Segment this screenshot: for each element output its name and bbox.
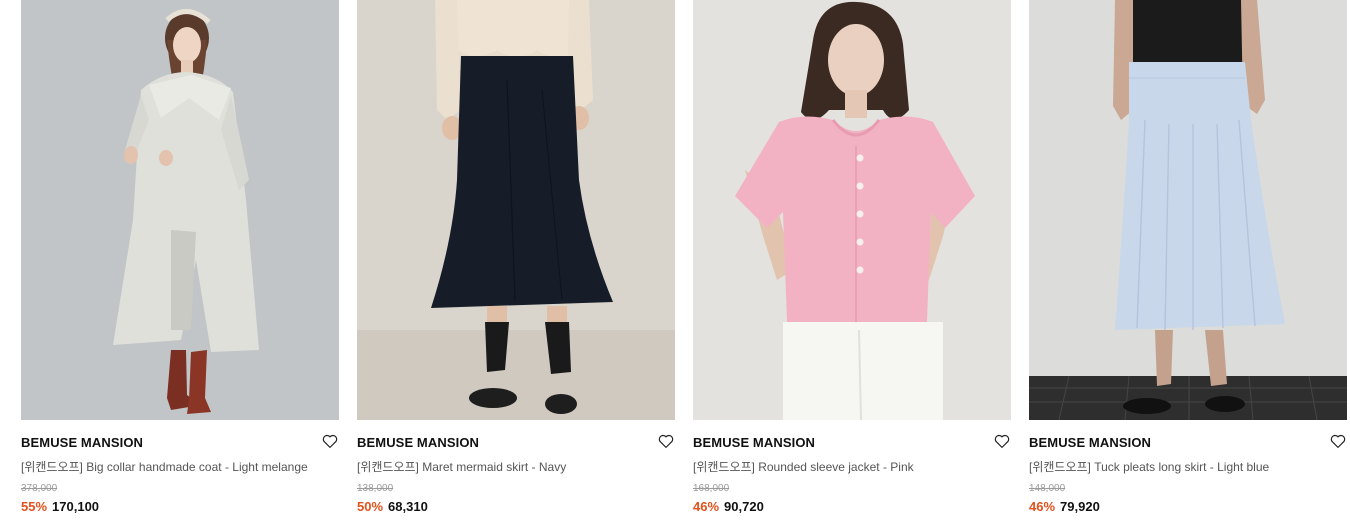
product-name[interactable]: [위캔드오프] Big collar handmade coat - Light… xyxy=(21,458,339,475)
heart-outline-icon[interactable] xyxy=(321,432,339,450)
product-name[interactable]: [위캔드오프] Rounded sleeve jacket - Pink xyxy=(693,458,1011,475)
heart-outline-icon[interactable] xyxy=(657,432,675,450)
discount-rate: 46% xyxy=(693,499,720,514)
product-name[interactable]: [위캔드오프] Tuck pleats long skirt - Light b… xyxy=(1029,458,1347,475)
product-card[interactable]: BEMUSE MANSION [위캔드오프] Rounded sleeve ja… xyxy=(693,0,1011,521)
brand-name[interactable]: BEMUSE MANSION xyxy=(21,435,143,450)
price-row: 55% 170,100 xyxy=(21,499,99,514)
discount-rate: 50% xyxy=(357,499,384,514)
product-grid: BEMUSE MANSION [위캔드오프] Big collar handma… xyxy=(21,0,1347,521)
sale-price: 79,920 xyxy=(1060,499,1100,514)
heart-outline-icon[interactable] xyxy=(993,432,1011,450)
price-row: 50% 68,310 xyxy=(357,499,428,514)
original-price: 138,000 xyxy=(357,483,394,494)
sale-price: 68,310 xyxy=(388,499,428,514)
original-price: 168,000 xyxy=(693,483,730,494)
sale-price: 90,720 xyxy=(724,499,764,514)
brand-name[interactable]: BEMUSE MANSION xyxy=(1029,435,1151,450)
product-name[interactable]: [위캔드오프] Maret mermaid skirt - Navy xyxy=(357,458,675,475)
product-card[interactable]: BEMUSE MANSION [위캔드오프] Big collar handma… xyxy=(21,0,339,521)
product-card[interactable]: BEMUSE MANSION [위캔드오프] Tuck pleats long … xyxy=(1029,0,1347,521)
price-row: 46% 79,920 xyxy=(1029,499,1100,514)
product-image[interactable] xyxy=(21,0,339,420)
product-card[interactable]: BEMUSE MANSION [위캔드오프] Maret mermaid ski… xyxy=(357,0,675,521)
brand-name[interactable]: BEMUSE MANSION xyxy=(357,435,479,450)
product-image[interactable] xyxy=(1029,0,1347,420)
brand-name[interactable]: BEMUSE MANSION xyxy=(693,435,815,450)
original-price: 378,000 xyxy=(21,483,58,494)
heart-outline-icon[interactable] xyxy=(1329,432,1347,450)
original-price: 148,000 xyxy=(1029,483,1066,494)
product-image[interactable] xyxy=(693,0,1011,420)
sale-price: 170,100 xyxy=(52,499,100,514)
product-image[interactable] xyxy=(357,0,675,420)
discount-rate: 46% xyxy=(1029,499,1056,514)
price-row: 46% 90,720 xyxy=(693,499,764,514)
discount-rate: 55% xyxy=(21,499,48,514)
